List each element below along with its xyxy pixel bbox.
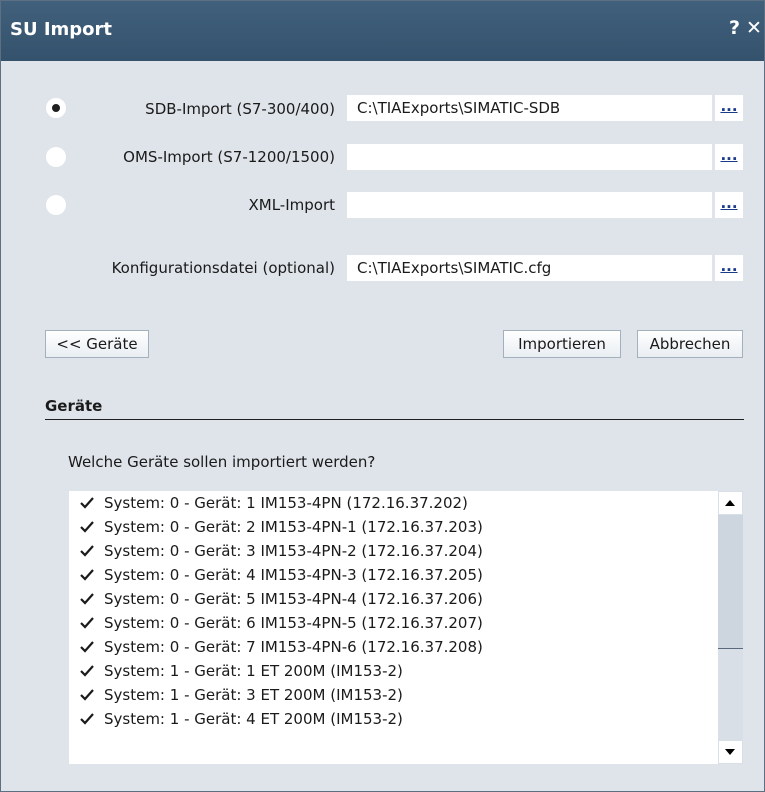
oms-browse-button[interactable]: ... bbox=[715, 144, 743, 170]
xml-import-label: XML-Import bbox=[248, 196, 335, 214]
dialog-title: SU Import bbox=[10, 19, 113, 40]
config-file-path-field[interactable]: C:\TIAExports\SIMATIC.cfg bbox=[347, 255, 712, 281]
sdb-browse-button[interactable]: ... bbox=[715, 95, 743, 121]
checkmark-icon[interactable] bbox=[80, 563, 94, 587]
config-file-label: Konfigurationsdatei (optional) bbox=[111, 259, 335, 277]
device-list-item-label: System: 0 - Gerät: 3 IM153-4PN-2 (172.16… bbox=[104, 542, 483, 560]
checkmark-icon[interactable] bbox=[80, 659, 94, 683]
sdb-import-path-field[interactable]: C:\TIAExports\SIMATIC-SDB bbox=[347, 95, 712, 121]
checkmark-icon[interactable] bbox=[80, 515, 94, 539]
close-icon[interactable]: ✕ bbox=[746, 17, 762, 39]
device-list-scrollbar[interactable] bbox=[718, 491, 743, 764]
devices-toggle-button[interactable]: << Geräte bbox=[45, 330, 149, 358]
devices-section-title: Geräte bbox=[45, 397, 103, 415]
device-list-item-label: System: 0 - Gerät: 1 IM153-4PN (172.16.3… bbox=[104, 494, 468, 512]
checkmark-icon[interactable] bbox=[80, 635, 94, 659]
checkmark-icon[interactable] bbox=[80, 707, 94, 731]
section-divider bbox=[45, 419, 744, 420]
device-list-item-label: System: 1 - Gerät: 4 ET 200M (IM153-2) bbox=[104, 710, 403, 728]
oms-import-label: OMS-Import (S7-1200/1500) bbox=[123, 148, 335, 166]
radio-oms-import[interactable] bbox=[46, 147, 66, 167]
device-list-item-label: System: 0 - Gerät: 7 IM153-4PN-6 (172.16… bbox=[104, 638, 483, 656]
radio-selected-dot bbox=[52, 104, 60, 112]
checkmark-icon[interactable] bbox=[80, 611, 94, 635]
xml-browse-button[interactable]: ... bbox=[715, 192, 743, 218]
device-list-item-label: System: 0 - Gerät: 2 IM153-4PN-1 (172.16… bbox=[104, 518, 483, 536]
radio-sdb-import[interactable] bbox=[46, 98, 66, 118]
checkmark-icon[interactable] bbox=[80, 587, 94, 611]
import-button[interactable]: Importieren bbox=[503, 330, 621, 358]
config-browse-button[interactable]: ... bbox=[715, 255, 743, 281]
checkmark-icon[interactable] bbox=[80, 491, 94, 515]
arrow-down-icon bbox=[725, 749, 735, 755]
help-icon[interactable]: ? bbox=[729, 17, 740, 39]
scrollbar-thumb[interactable] bbox=[718, 515, 743, 649]
sdb-import-label: SDB-Import (S7-300/400) bbox=[145, 100, 335, 118]
devices-question: Welche Geräte sollen importiert werden? bbox=[68, 453, 376, 471]
oms-import-path-field[interactable] bbox=[347, 144, 712, 170]
device-list-item-label: System: 1 - Gerät: 3 ET 200M (IM153-2) bbox=[104, 686, 403, 704]
su-import-dialog: SU Import ? ✕ SDB-Import (S7-300/400) C:… bbox=[0, 0, 765, 792]
device-list-item-label: System: 0 - Gerät: 6 IM153-4PN-5 (172.16… bbox=[104, 614, 483, 632]
device-list-item-label: System: 1 - Gerät: 1 ET 200M (IM153-2) bbox=[104, 662, 403, 680]
xml-import-path-field[interactable] bbox=[347, 192, 712, 218]
scroll-down-button[interactable] bbox=[719, 741, 742, 763]
device-list[interactable]: System: 0 - Gerät: 1 IM153-4PN (172.16.3… bbox=[69, 491, 743, 764]
device-list-item-label: System: 0 - Gerät: 5 IM153-4PN-4 (172.16… bbox=[104, 590, 483, 608]
scroll-up-button[interactable] bbox=[719, 492, 742, 514]
device-list-item-label: System: 0 - Gerät: 4 IM153-4PN-3 (172.16… bbox=[104, 566, 483, 584]
cancel-button[interactable]: Abbrechen bbox=[637, 330, 743, 358]
arrow-up-icon bbox=[725, 500, 735, 506]
title-bar: SU Import ? ✕ bbox=[1, 1, 764, 61]
radio-xml-import[interactable] bbox=[46, 195, 66, 215]
checkmark-icon[interactable] bbox=[80, 683, 94, 707]
checkmark-icon[interactable] bbox=[80, 539, 94, 563]
